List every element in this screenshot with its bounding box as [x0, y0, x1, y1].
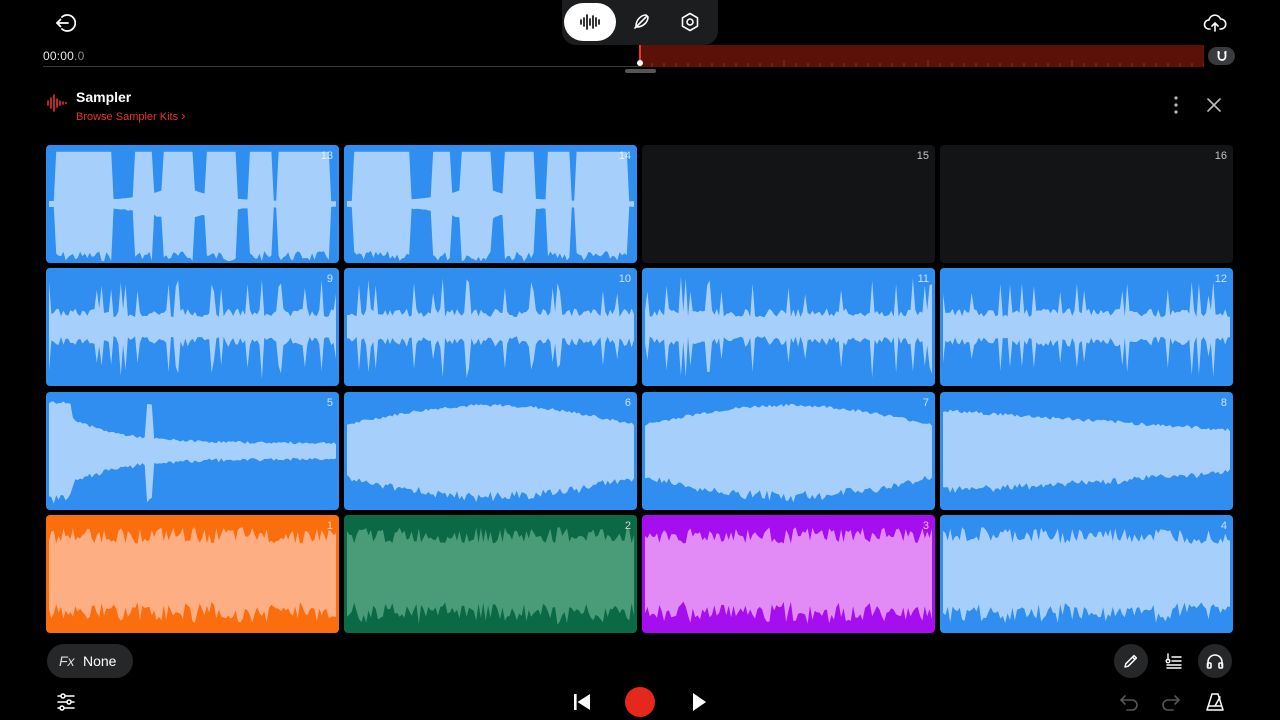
pad-number: 4 — [1220, 519, 1227, 532]
time-fraction: .0 — [74, 49, 85, 63]
settings-mode-button[interactable] — [666, 3, 714, 41]
pad-number: 2 — [624, 519, 631, 532]
undo-button[interactable] — [1116, 690, 1142, 714]
timeline-track — [43, 66, 640, 67]
time-display: 00:00.0 — [43, 49, 84, 63]
sampler-pad-16[interactable]: 16 — [940, 145, 1233, 263]
fx-selector-button[interactable]: Fx None — [47, 644, 133, 678]
sampler-pad-3[interactable]: 3 — [642, 514, 935, 633]
pad-waveform — [49, 401, 336, 504]
pad-number: 13 — [320, 150, 333, 162]
sampler-icon — [46, 93, 68, 113]
pad-number: 14 — [618, 150, 631, 162]
pad-waveform — [645, 527, 932, 624]
skip-back-icon — [574, 694, 590, 710]
fx-icon: Fx — [59, 653, 75, 669]
redo-button[interactable] — [1158, 690, 1184, 714]
pad-waveform — [347, 151, 634, 262]
pad-waveform — [49, 527, 336, 623]
pad-waveform — [49, 151, 336, 262]
sampler-pad-1[interactable]: 1 — [46, 514, 339, 633]
sampler-pad-5[interactable]: 5 — [46, 391, 339, 510]
metronome-icon — [1206, 693, 1224, 711]
pad-waveform — [347, 527, 634, 625]
notes-icon — [1165, 653, 1182, 669]
time-main: 00:00 — [43, 49, 75, 63]
sampler-pad-10[interactable]: 10 — [344, 268, 637, 387]
pad-number: 15 — [916, 150, 929, 162]
cloud-upload-icon — [1203, 14, 1227, 32]
close-button[interactable] — [1203, 94, 1225, 116]
edit-button[interactable] — [1114, 644, 1148, 678]
mixer-button[interactable] — [52, 689, 80, 715]
timeline-ruler — [640, 60, 1204, 67]
monitor-button[interactable] — [1198, 644, 1232, 678]
sampler-pad-12[interactable]: 12 — [940, 268, 1233, 387]
waveform-icon — [580, 14, 600, 30]
play-icon — [693, 693, 706, 711]
pad-waveform — [943, 281, 1230, 378]
chevron-right-icon: › — [181, 108, 186, 123]
playhead-handle[interactable] — [625, 69, 656, 73]
play-button[interactable] — [686, 689, 712, 715]
sampler-pad-9[interactable]: 9 — [46, 268, 339, 387]
pad-number: 12 — [1214, 273, 1227, 286]
pad-waveform — [943, 409, 1230, 493]
pad-number: 9 — [326, 273, 333, 286]
sampler-pad-11[interactable]: 11 — [642, 268, 935, 387]
redo-icon — [1162, 695, 1180, 711]
undo-icon — [1120, 695, 1138, 711]
sampler-pad-7[interactable]: 7 — [642, 391, 935, 510]
pad-number: 16 — [1214, 150, 1227, 162]
pad-waveform — [347, 403, 634, 502]
pad-number: 10 — [618, 273, 631, 286]
vertical-dots-icon — [1174, 96, 1178, 114]
pencil-icon — [1124, 654, 1138, 668]
upload-button[interactable] — [1199, 8, 1231, 38]
more-options-button[interactable] — [1166, 94, 1186, 116]
browse-sampler-kits-link[interactable]: Browse Sampler Kits › — [76, 108, 186, 123]
exit-arrow-icon — [56, 14, 76, 32]
playhead-dot — [637, 60, 643, 66]
pad-number: 11 — [917, 273, 929, 286]
sampler-pad-grid: 13 14 15 16 9 10 11 12 5 6 7 8 1 2 3 4 — [46, 145, 1234, 633]
pad-number: 8 — [1220, 396, 1227, 409]
sampler-pad-13[interactable]: 13 — [46, 145, 339, 263]
pad-number: 3 — [922, 519, 929, 532]
snap-toggle-button[interactable] — [1208, 47, 1235, 65]
browse-link-label: Browse Sampler Kits — [76, 111, 179, 123]
sliders-icon — [57, 693, 75, 711]
pad-number: 7 — [922, 396, 929, 409]
mode-switcher — [562, 0, 718, 45]
feather-pen-icon — [634, 14, 649, 29]
magnet-icon — [1217, 51, 1226, 61]
pad-number: 1 — [326, 519, 333, 532]
pad-number: 6 — [624, 396, 631, 409]
note-editor-button[interactable] — [1157, 644, 1191, 678]
fx-value: None — [83, 653, 117, 669]
pen-mode-button[interactable] — [617, 3, 665, 41]
pad-waveform — [49, 279, 336, 380]
sampler-pad-15[interactable]: 15 — [642, 145, 935, 263]
sampler-pad-8[interactable]: 8 — [940, 391, 1233, 510]
hexagon-settings-icon — [681, 12, 699, 32]
record-button[interactable] — [625, 687, 655, 717]
sampler-pad-6[interactable]: 6 — [344, 391, 637, 510]
waveform-mode-button[interactable] — [564, 3, 616, 41]
pad-waveform — [347, 278, 634, 379]
back-button[interactable] — [50, 9, 80, 37]
skip-to-start-button[interactable] — [569, 689, 595, 715]
instrument-title: Sampler — [76, 89, 132, 105]
sampler-pad-14[interactable]: 14 — [344, 145, 637, 263]
pad-waveform — [645, 276, 932, 379]
sampler-pad-4[interactable]: 4 — [940, 514, 1233, 633]
pad-number: 5 — [326, 396, 333, 409]
metronome-button[interactable] — [1201, 688, 1229, 716]
headphones-icon — [1206, 654, 1224, 669]
pad-waveform — [645, 403, 932, 503]
close-icon — [1207, 98, 1221, 112]
sampler-pad-2[interactable]: 2 — [344, 514, 637, 633]
pad-waveform — [943, 527, 1230, 623]
